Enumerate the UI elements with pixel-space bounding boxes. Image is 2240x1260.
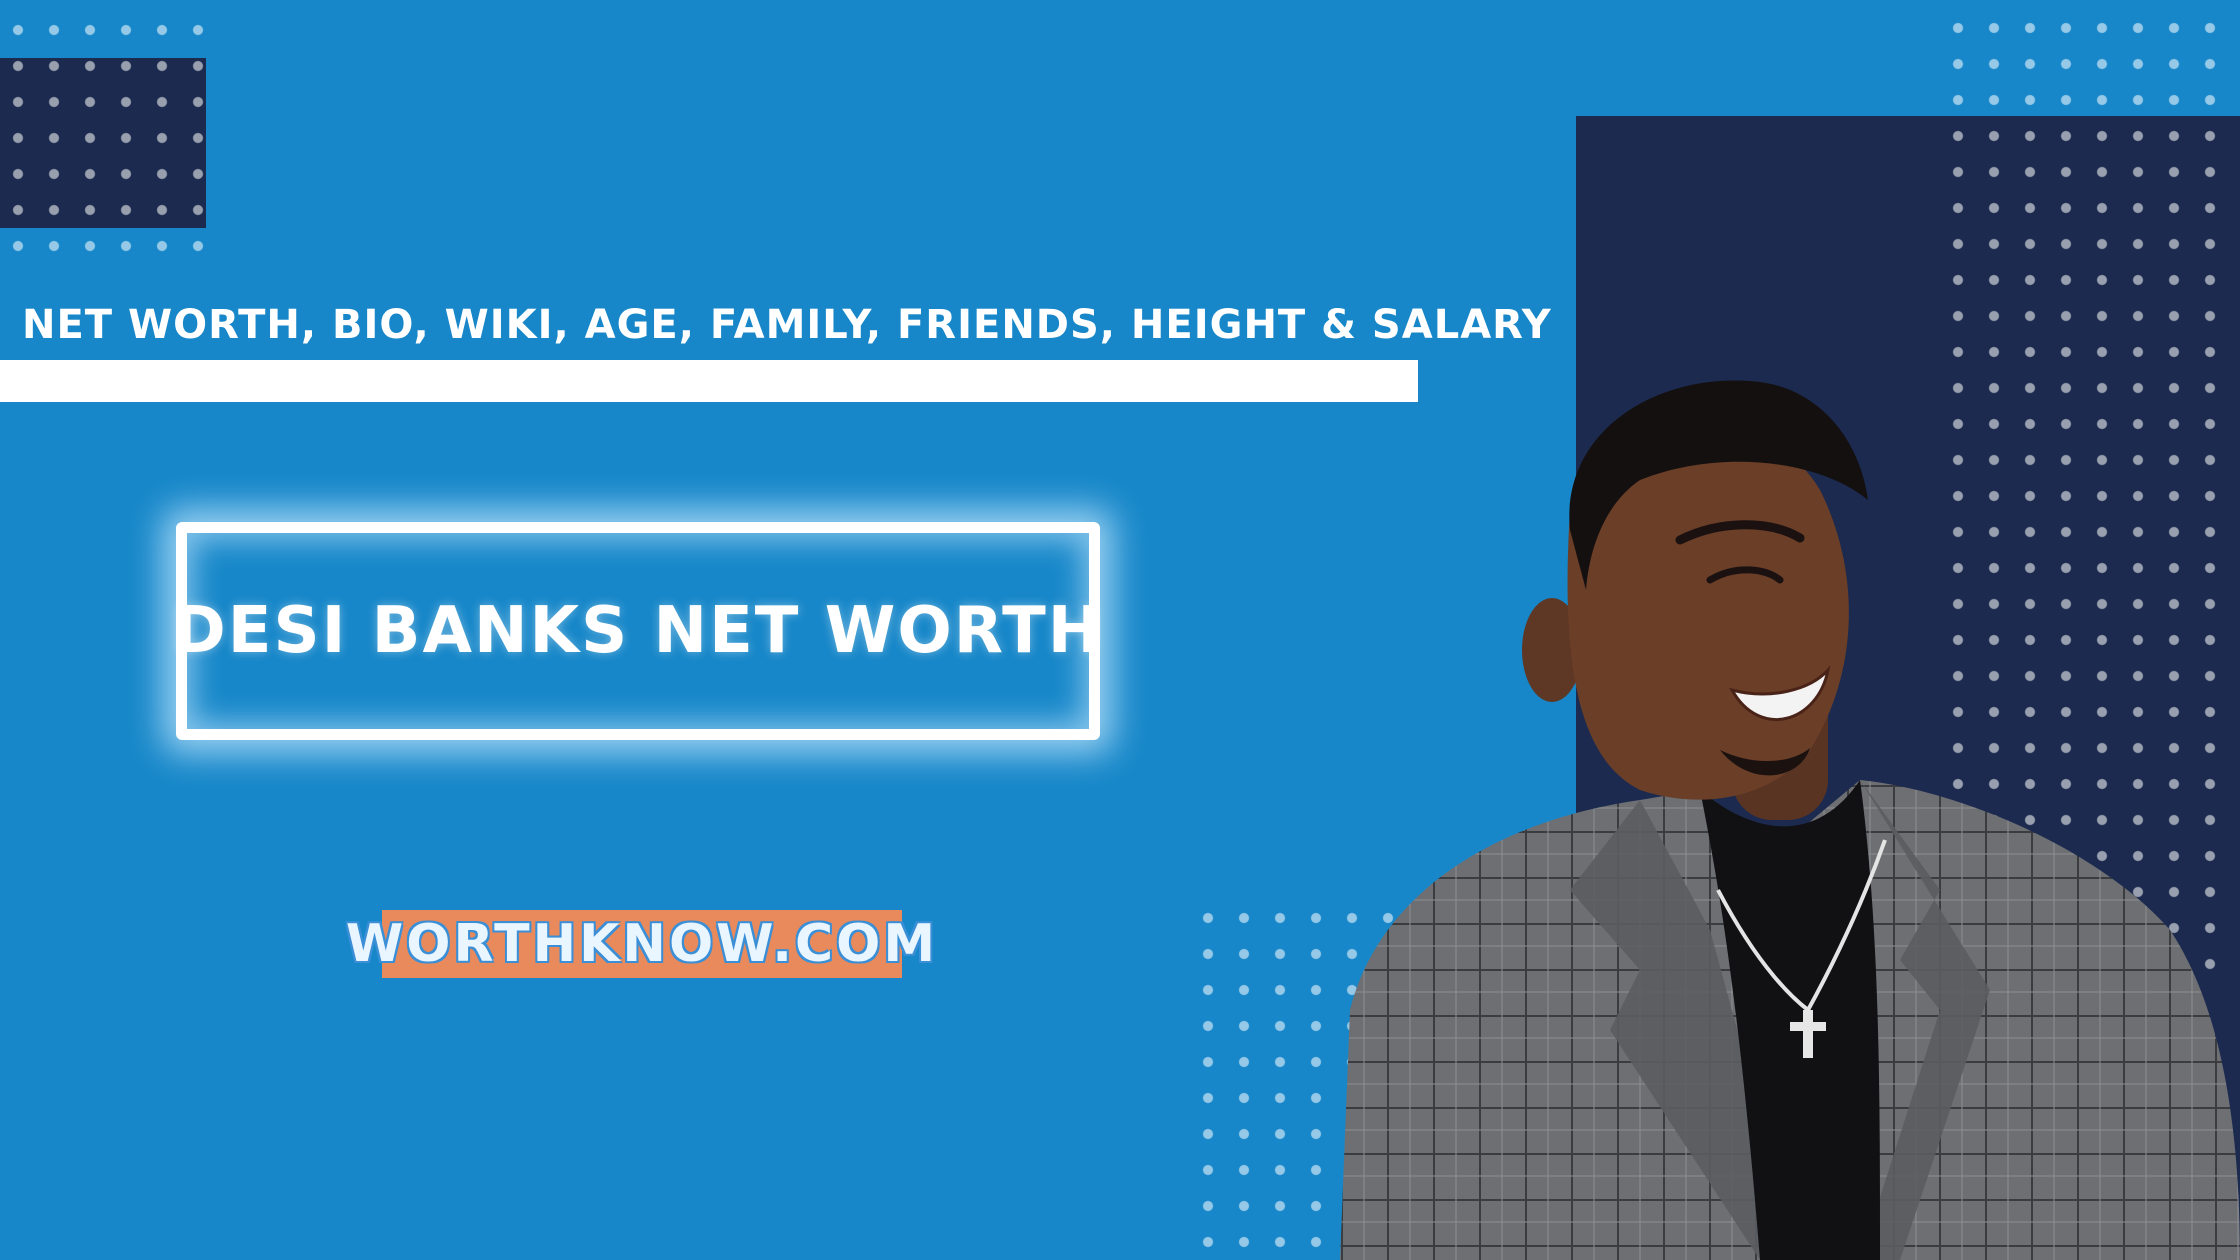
- dot-grid-top-left: [0, 12, 210, 268]
- page-title: DESI BANKS NET WORTH: [172, 594, 1104, 668]
- title-box: DESI BANKS NET WORTH: [173, 522, 1101, 740]
- site-name: WORTHKNOW.COM: [345, 914, 939, 974]
- person-photo: [1340, 380, 2240, 1260]
- headline: NET WORTH, BIO, WIKI, AGE, FAMILY, FRIEN…: [22, 302, 1552, 348]
- site-badge: WORTHKNOW.COM: [346, 910, 935, 978]
- white-divider-bar: [0, 360, 1418, 402]
